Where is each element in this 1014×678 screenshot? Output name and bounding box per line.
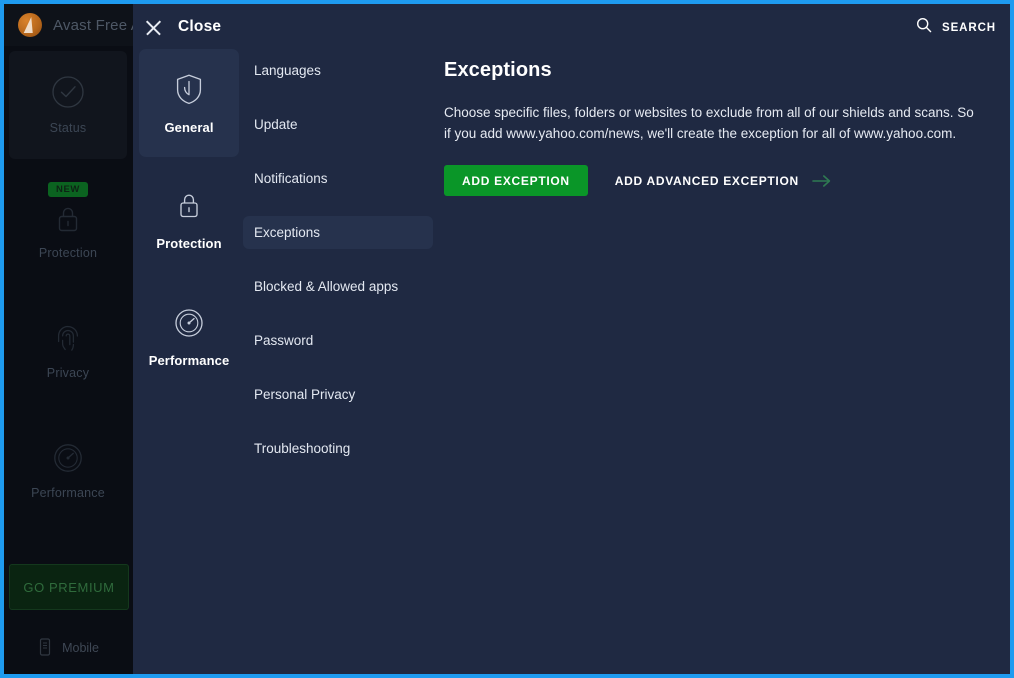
- app-title: Avast Free A: [53, 16, 141, 34]
- sidebar-item-label: Performance: [31, 486, 105, 500]
- submenu-item-personal-privacy[interactable]: Personal Privacy: [243, 378, 433, 411]
- submenu-item-languages[interactable]: Languages: [243, 54, 433, 87]
- category-general[interactable]: General: [139, 49, 239, 157]
- sidebar-item-mobile[interactable]: Mobile: [4, 631, 132, 665]
- submenu-item-password[interactable]: Password: [243, 324, 433, 357]
- page-title: Exceptions: [444, 59, 552, 81]
- page-description: Choose specific files, folders or websit…: [444, 105, 974, 141]
- add-advanced-exception-label: ADD ADVANCED EXCEPTION: [614, 173, 799, 188]
- lock-icon: [54, 204, 82, 237]
- category-label: Performance: [148, 352, 230, 368]
- check-circle-icon: [51, 75, 85, 112]
- go-premium-label: GO PREMIUM: [23, 579, 115, 595]
- main-sidebar: Status NEW Protection Privacy Performanc…: [4, 46, 132, 674]
- speedometer-icon: [52, 442, 84, 477]
- close-icon: [145, 19, 162, 36]
- category-protection[interactable]: Protection: [139, 166, 239, 274]
- lock-icon: [175, 190, 203, 225]
- add-advanced-exception-button[interactable]: ADD ADVANCED EXCEPTION: [615, 174, 832, 188]
- submenu-item-troubleshooting[interactable]: Troubleshooting: [243, 432, 433, 465]
- submenu-item-notifications[interactable]: Notifications: [243, 162, 433, 195]
- sidebar-item-label: Protection: [38, 246, 98, 260]
- submenu-item-update[interactable]: Update: [243, 108, 433, 141]
- search-label: SEARCH: [942, 21, 996, 34]
- submenu-item-exceptions[interactable]: Exceptions: [243, 216, 433, 249]
- settings-content-pane: Exceptions Choose specific files, folder…: [444, 59, 1004, 196]
- new-badge: NEW: [48, 182, 88, 197]
- arrow-right-icon: [812, 174, 832, 188]
- close-label: Close: [178, 18, 222, 35]
- settings-category-column: General Protection Performance: [139, 49, 243, 674]
- fingerprint-icon: [53, 322, 83, 357]
- go-premium-button[interactable]: GO PREMIUM: [9, 564, 129, 610]
- category-label: General: [164, 119, 214, 135]
- submenu-item-label: Blocked & Allowed apps: [254, 279, 399, 294]
- settings-submenu: Languages Update Notifications Exception…: [243, 54, 433, 486]
- add-exception-button[interactable]: ADD EXCEPTION: [444, 165, 588, 196]
- submenu-item-label: Update: [254, 117, 298, 132]
- submenu-item-label: Notifications: [254, 171, 328, 186]
- submenu-item-label: Troubleshooting: [254, 441, 351, 456]
- action-row: ADD EXCEPTION ADD ADVANCED EXCEPTION: [444, 165, 1004, 196]
- submenu-item-label: Languages: [254, 63, 321, 78]
- category-performance[interactable]: Performance: [139, 283, 239, 391]
- submenu-item-label: Exceptions: [254, 225, 321, 240]
- close-button[interactable]: Close: [145, 14, 221, 40]
- avast-logo-icon: [18, 13, 42, 37]
- submenu-item-blocked-allowed-apps[interactable]: Blocked & Allowed apps: [243, 270, 433, 303]
- submenu-item-label: Password: [254, 333, 314, 348]
- sidebar-item-label: Status: [49, 121, 87, 135]
- settings-overlay-panel: Close SEARCH General Protection Performa…: [133, 4, 1010, 674]
- sidebar-item-status[interactable]: Status: [9, 51, 127, 159]
- submenu-item-label: Personal Privacy: [254, 387, 356, 402]
- category-label: Protection: [156, 235, 222, 251]
- speedometer-icon: [173, 307, 205, 342]
- search-icon: [916, 17, 932, 38]
- sidebar-item-protection[interactable]: NEW Protection: [4, 171, 132, 271]
- sidebar-item-privacy[interactable]: Privacy: [4, 301, 132, 401]
- search-button[interactable]: SEARCH: [916, 17, 996, 38]
- mobile-phone-icon: [37, 637, 53, 660]
- sidebar-item-label: Privacy: [46, 366, 90, 380]
- sidebar-item-performance[interactable]: Performance: [4, 421, 132, 521]
- sidebar-item-label: Mobile: [62, 641, 99, 655]
- shield-icon: [174, 72, 204, 109]
- settings-topbar: Close SEARCH: [133, 4, 1010, 49]
- avast-application-window: Avast Free A Status NEW Protection Priva…: [0, 0, 1014, 678]
